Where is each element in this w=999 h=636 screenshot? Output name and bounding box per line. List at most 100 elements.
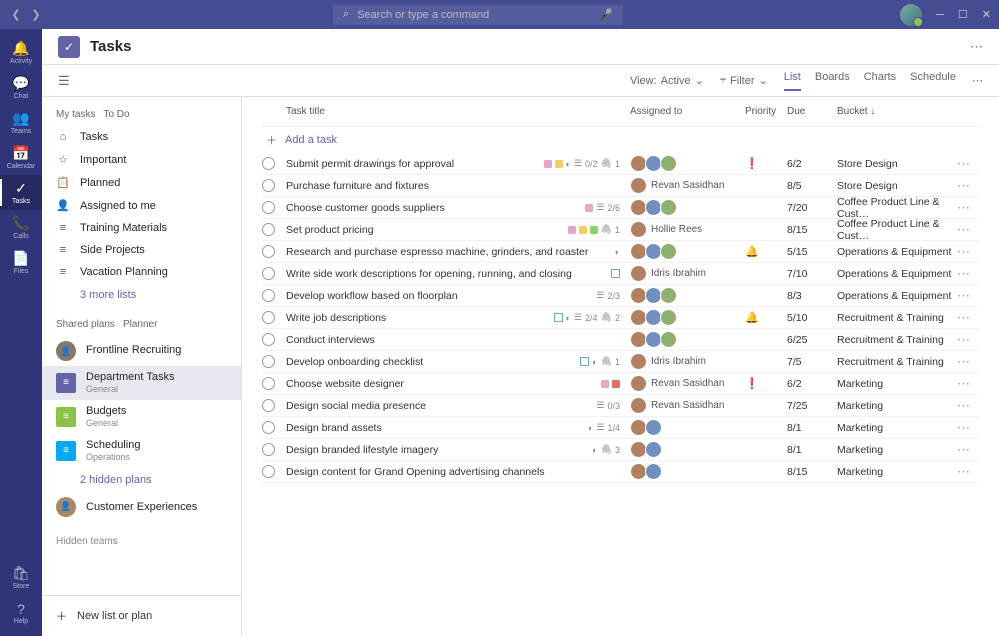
assignees[interactable]: Revan Sasidhan — [630, 397, 745, 414]
row-more-icon[interactable]: ⋯ — [957, 222, 970, 237]
task-row[interactable]: Submit permit drawings for approval◐☰0/2… — [262, 153, 979, 175]
search-input[interactable] — [357, 9, 591, 21]
completion-circle[interactable] — [262, 399, 275, 412]
task-row[interactable]: Purchase furniture and fixturesRevan Sas… — [262, 175, 979, 197]
assignees[interactable]: Revan Sasidhan — [630, 177, 745, 194]
task-row[interactable]: Choose customer goods suppliers☰2/67/20C… — [262, 197, 979, 219]
row-more-icon[interactable]: ⋯ — [957, 420, 970, 435]
col-bucket[interactable]: Bucket ↓ — [837, 106, 957, 117]
toolbar-more-icon[interactable]: ⋯ — [972, 74, 983, 87]
mic-icon[interactable]: 🎤 — [599, 8, 613, 21]
completion-circle[interactable] — [262, 311, 275, 324]
row-more-icon[interactable]: ⋯ — [957, 156, 970, 171]
assignees[interactable]: Idris Ibrahim — [630, 353, 745, 370]
task-row[interactable]: Write job descriptions◐☰2/4🖇2🔔5/10Recrui… — [262, 307, 979, 329]
assignees[interactable] — [630, 199, 745, 216]
rail-item-calendar[interactable]: 📅Calendar — [0, 140, 42, 175]
assignees[interactable] — [630, 243, 745, 260]
plan-item[interactable]: 👤Frontline Recruiting — [42, 336, 241, 366]
tab-list[interactable]: List — [784, 71, 801, 91]
rail-item-calls[interactable]: 📞Calls — [0, 210, 42, 245]
completion-circle[interactable] — [262, 377, 275, 390]
plan-item[interactable]: ≡BudgetsGeneral — [42, 400, 241, 434]
col-assigned[interactable]: Assigned to — [630, 106, 745, 117]
search-container[interactable]: ⌕ 🎤 — [333, 5, 623, 25]
completion-circle[interactable] — [262, 421, 275, 434]
assignees[interactable] — [630, 331, 745, 348]
assignees[interactable] — [630, 309, 745, 326]
list-item[interactable]: ≡Vacation Planning — [42, 261, 241, 283]
list-item[interactable]: ≡Training Materials — [42, 217, 241, 239]
completion-circle[interactable] — [262, 223, 275, 236]
customer-experiences[interactable]: 👤 Customer Experiences — [42, 492, 241, 522]
task-row[interactable]: Design branded lifestyle imagery◐🖇38/1Ma… — [262, 439, 979, 461]
assignees[interactable] — [630, 287, 745, 304]
task-row[interactable]: Write side work descriptions for opening… — [262, 263, 979, 285]
col-priority[interactable]: Priority — [745, 106, 787, 117]
maximize-button[interactable]: ☐ — [958, 8, 968, 21]
row-more-icon[interactable]: ⋯ — [957, 332, 970, 347]
plan-item[interactable]: ≡Department TasksGeneral — [42, 366, 241, 400]
task-row[interactable]: Design content for Grand Opening adverti… — [262, 461, 979, 483]
rail-item-files[interactable]: 📄Files — [0, 245, 42, 280]
row-more-icon[interactable]: ⋯ — [957, 310, 970, 325]
new-list-button[interactable]: ＋ New list or plan — [42, 595, 241, 636]
tab-charts[interactable]: Charts — [864, 71, 896, 91]
assignees[interactable]: Idris Ibrahim — [630, 265, 745, 282]
row-more-icon[interactable]: ⋯ — [957, 200, 970, 215]
rail-item-store[interactable]: 🛍Store — [0, 560, 42, 595]
completion-circle[interactable] — [262, 443, 275, 456]
rail-item-chat[interactable]: 💬Chat — [0, 70, 42, 105]
assignees[interactable] — [630, 463, 745, 480]
row-more-icon[interactable]: ⋯ — [957, 266, 970, 281]
rail-item-help[interactable]: ?Help — [0, 595, 42, 630]
task-row[interactable]: Set product pricing🖇1Hollie Rees8/15Coff… — [262, 219, 979, 241]
row-more-icon[interactable]: ⋯ — [957, 376, 970, 391]
assignees[interactable] — [630, 419, 745, 436]
plan-item[interactable]: ≡SchedulingOperations — [42, 434, 241, 468]
task-row[interactable]: Develop workflow based on floorplan☰2/38… — [262, 285, 979, 307]
hamburger-icon[interactable]: ☰ — [58, 73, 70, 89]
filter-selector[interactable]: ⫧ Filter ⌄ — [720, 74, 768, 87]
completion-circle[interactable] — [262, 333, 275, 346]
task-row[interactable]: Design social media presence☰0/3Revan Sa… — [262, 395, 979, 417]
view-selector[interactable]: View: Active ⌄ — [630, 74, 704, 87]
list-item[interactable]: 📋Planned — [42, 171, 241, 194]
row-more-icon[interactable]: ⋯ — [957, 398, 970, 413]
completion-circle[interactable] — [262, 179, 275, 192]
tab-schedule[interactable]: Schedule — [910, 71, 956, 91]
assignees[interactable] — [630, 155, 745, 172]
forward-arrow-icon[interactable]: ❯ — [28, 8, 44, 21]
completion-circle[interactable] — [262, 245, 275, 258]
minimize-button[interactable]: ─ — [936, 9, 944, 21]
completion-circle[interactable] — [262, 289, 275, 302]
add-task-button[interactable]: ＋ Add a task — [262, 127, 979, 153]
list-item[interactable]: ≡Side Projects — [42, 239, 241, 261]
col-due[interactable]: Due — [787, 106, 837, 117]
row-more-icon[interactable]: ⋯ — [957, 244, 970, 259]
page-more-icon[interactable]: ⋯ — [970, 39, 983, 55]
row-more-icon[interactable]: ⋯ — [957, 442, 970, 457]
tab-boards[interactable]: Boards — [815, 71, 850, 91]
hidden-teams[interactable]: Hidden teams — [42, 522, 241, 561]
row-more-icon[interactable]: ⋯ — [957, 354, 970, 369]
task-row[interactable]: Develop onboarding checklist◐🖇1Idris Ibr… — [262, 351, 979, 373]
row-more-icon[interactable]: ⋯ — [957, 178, 970, 193]
completion-circle[interactable] — [262, 267, 275, 280]
col-title[interactable]: Task title — [286, 106, 630, 117]
assignees[interactable]: Hollie Rees — [630, 221, 745, 238]
user-avatar[interactable] — [900, 4, 922, 26]
row-more-icon[interactable]: ⋯ — [957, 288, 970, 303]
completion-circle[interactable] — [262, 465, 275, 478]
rail-item-teams[interactable]: 👥Teams — [0, 105, 42, 140]
assignees[interactable]: Revan Sasidhan — [630, 375, 745, 392]
completion-circle[interactable] — [262, 355, 275, 368]
hidden-plans-link[interactable]: 2 hidden plans — [42, 468, 241, 492]
rail-item-tasks[interactable]: ✓Tasks — [0, 175, 42, 210]
task-row[interactable]: Research and purchase espresso machine, … — [262, 241, 979, 263]
list-item[interactable]: ⌂Tasks — [42, 126, 241, 148]
more-lists-link[interactable]: 3 more lists — [42, 283, 241, 307]
task-row[interactable]: Choose website designerRevan Sasidhan❗6/… — [262, 373, 979, 395]
assignees[interactable] — [630, 441, 745, 458]
completion-circle[interactable] — [262, 157, 275, 170]
